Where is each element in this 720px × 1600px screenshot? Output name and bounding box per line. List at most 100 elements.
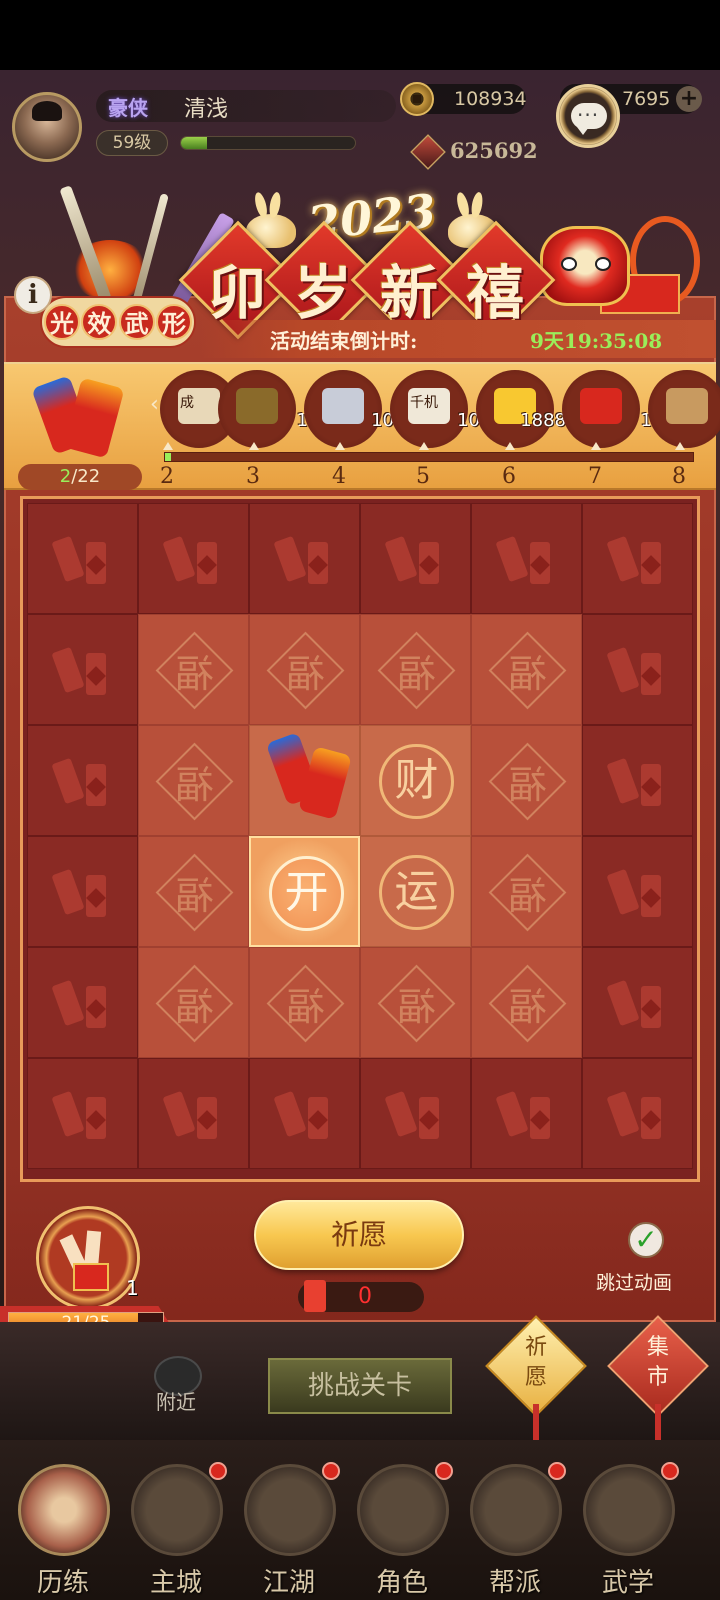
firecracker-icon: [606, 867, 667, 919]
nav-item[interactable]: 主城: [121, 1456, 231, 1598]
board-cell-firecracker[interactable]: [27, 947, 138, 1058]
fu-char: 福: [286, 652, 325, 696]
board-cell-fu[interactable]: 福: [138, 725, 249, 836]
firecracker-tool-button[interactable]: [36, 1206, 140, 1310]
board-cell-fu[interactable]: 福: [471, 614, 582, 725]
reward-step-number: 6: [502, 464, 516, 489]
firecracker-icon: [51, 534, 112, 586]
skip-animation-checkbox[interactable]: ✓: [628, 1222, 664, 1258]
board-cell-firework[interactable]: [249, 725, 360, 836]
fu-char: 福: [508, 652, 547, 696]
board-cell-firecracker[interactable]: [582, 503, 693, 614]
pray-cost: 0: [298, 1280, 424, 1312]
board-cell-firecracker[interactable]: [471, 503, 582, 614]
martial-arts-icon: [583, 1464, 675, 1556]
firecracker-icon: [606, 534, 667, 586]
board-cell-firecracker[interactable]: [582, 614, 693, 725]
board-cell-firecracker[interactable]: [138, 503, 249, 614]
board-cell-firecracker[interactable]: [582, 1058, 693, 1169]
board-cell-kai[interactable]: 开: [249, 836, 360, 947]
board-cell-fu[interactable]: 福: [360, 614, 471, 725]
board-cell-firecracker[interactable]: [27, 1058, 138, 1169]
board-cell-fu[interactable]: 福: [249, 614, 360, 725]
fu-char: 福: [175, 985, 214, 1029]
challenge-stage-button[interactable]: 挑战关卡: [268, 1358, 452, 1414]
board-cell-yun[interactable]: 运: [360, 836, 471, 947]
board-cell-firecracker[interactable]: [27, 836, 138, 947]
nav-item[interactable]: 历练: [8, 1456, 118, 1598]
reward-item[interactable]: 1888: [476, 370, 566, 448]
board-cell-cai[interactable]: 财: [360, 725, 471, 836]
board-cell-firecracker[interactable]: [27, 614, 138, 725]
board-cell-firecracker[interactable]: [27, 503, 138, 614]
reward-item[interactable]: 10: [304, 370, 394, 448]
board-cell-fu[interactable]: 福: [471, 836, 582, 947]
firecracker-bucket-icon: [73, 1263, 109, 1291]
pray-diamond-char: 祈: [524, 1335, 547, 1360]
reward-item[interactable]: 1: [218, 370, 308, 448]
nav-label: 帮派: [488, 1568, 541, 1598]
firecracker-icon: [606, 1089, 667, 1141]
avatar[interactable]: [12, 92, 82, 162]
tool-count: 1: [126, 1276, 139, 1300]
board-cell-fu[interactable]: 福: [471, 947, 582, 1058]
training-icon: [18, 1464, 110, 1556]
tassel-icon: [533, 1404, 539, 1444]
fortune-char: 开: [269, 856, 344, 931]
board-cell-firecracker[interactable]: [138, 1058, 249, 1169]
board-cell-fu[interactable]: 福: [249, 947, 360, 1058]
fu-char: 福: [397, 985, 436, 1029]
fu-char: 福: [175, 874, 214, 918]
weapon-style-button[interactable]: 光 效 武 形: [44, 300, 192, 344]
pray-button[interactable]: 祈愿: [254, 1200, 464, 1270]
board-cell-firecracker[interactable]: [360, 1058, 471, 1169]
chat-button[interactable]: [556, 84, 620, 148]
board-cell-firecracker[interactable]: [360, 503, 471, 614]
nav-item[interactable]: 帮派: [460, 1456, 570, 1598]
reward-item[interactable]: 1: [562, 370, 652, 448]
lion-eye: [595, 257, 611, 271]
countdown-label: 活动结束倒计时:: [270, 329, 418, 353]
fortune-char: 运: [379, 855, 454, 930]
fu-char: 福: [508, 985, 547, 1029]
firecracker-icon: [51, 756, 112, 808]
nav-item[interactable]: 角色: [347, 1456, 457, 1598]
level-badge: 59级: [96, 130, 168, 156]
plus-icon[interactable]: +: [676, 86, 702, 112]
board-cell-firecracker[interactable]: [27, 725, 138, 836]
notification-dot: [661, 1462, 679, 1480]
board-cell-fu[interactable]: 福: [471, 725, 582, 836]
status-bar: [0, 0, 720, 70]
fu-char: 福: [175, 763, 214, 807]
skip-animation-label: 跳过动画: [596, 1272, 673, 1294]
firework-rocket-icon: [24, 372, 134, 466]
reward-step-number: 7: [588, 464, 602, 489]
board-cell-firecracker[interactable]: [582, 947, 693, 1058]
nav-item[interactable]: 武学: [573, 1456, 683, 1598]
notification-dot: [322, 1462, 340, 1480]
ingot-value: 7695: [622, 88, 671, 110]
coin-counter: 108934: [400, 82, 527, 116]
lion-eye: [561, 257, 577, 271]
weapon-label-char: 效: [81, 304, 118, 340]
reward-item[interactable]: [648, 370, 720, 448]
reward-tag: 千机: [410, 395, 438, 411]
board-cell-fu[interactable]: 福: [360, 947, 471, 1058]
board-cell-firecracker[interactable]: [471, 1058, 582, 1169]
reward-step-number: 3: [246, 464, 260, 489]
notification-dot: [209, 1462, 227, 1480]
board-cell-fu[interactable]: 福: [138, 614, 249, 725]
board-cell-firecracker[interactable]: [249, 503, 360, 614]
nav-item[interactable]: 江湖: [234, 1456, 344, 1598]
reward-item[interactable]: 千机 10: [390, 370, 480, 448]
board-cell-fu[interactable]: 福: [138, 836, 249, 947]
board-cell-firecracker[interactable]: [249, 1058, 360, 1169]
board-cell-firecracker[interactable]: [582, 836, 693, 947]
coin-value: 108934: [454, 88, 527, 110]
info-button[interactable]: i: [14, 276, 52, 314]
nearby-label[interactable]: 附近: [156, 1386, 196, 1415]
firework-count: 2/22: [18, 464, 142, 490]
reward-tick: [249, 442, 259, 450]
board-cell-fu[interactable]: 福: [138, 947, 249, 1058]
board-cell-firecracker[interactable]: [582, 725, 693, 836]
